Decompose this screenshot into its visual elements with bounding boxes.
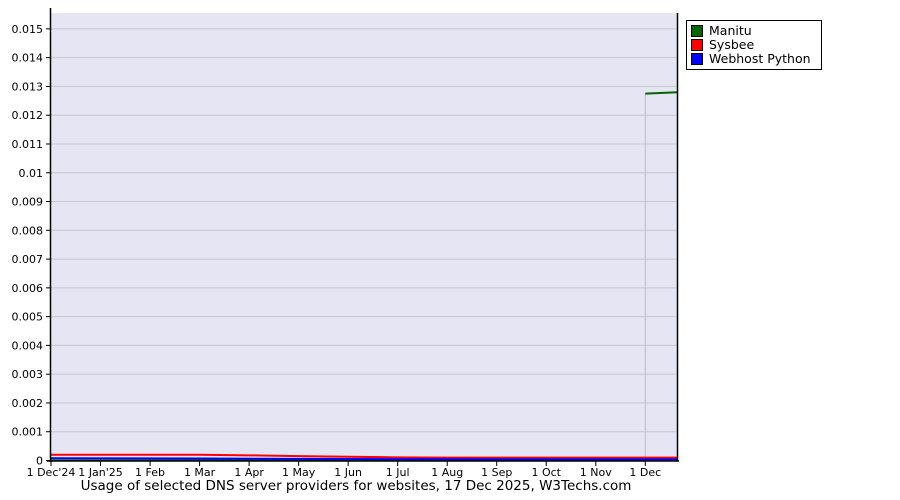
legend-item-webhost-python: Webhost Python <box>691 52 811 66</box>
y-tick-label: 0.01 <box>19 167 44 180</box>
y-tick-label: 0.006 <box>12 282 44 295</box>
y-tick-label: 0.007 <box>12 253 44 266</box>
y-tick-label: 0.002 <box>12 397 44 410</box>
y-tick-label: 0.005 <box>12 311 44 324</box>
manitu-color-swatch-icon <box>691 25 703 37</box>
plot-background <box>51 13 678 461</box>
y-tick-label: 0.014 <box>12 52 44 65</box>
y-tick-label: 0.001 <box>12 426 44 439</box>
y-tick-label: 0.009 <box>12 196 44 209</box>
legend-item-manitu: Manitu <box>691 24 811 38</box>
legend-label: Sysbee <box>709 38 754 52</box>
y-tick-label: 0.011 <box>12 138 44 151</box>
y-tick-label: 0.015 <box>12 23 44 36</box>
chart-caption: Usage of selected DNS server providers f… <box>0 478 712 494</box>
sysbee-color-swatch-icon <box>691 39 703 51</box>
chart-svg: 00.0010.0020.0030.0040.0050.0060.0070.00… <box>0 0 900 500</box>
legend-label: Manitu <box>709 24 752 38</box>
series-line-webhost-python <box>51 458 678 459</box>
webhost-python-color-swatch-icon <box>691 53 703 65</box>
chart-legend: Manitu Sysbee Webhost Python <box>686 20 822 70</box>
y-tick-label: 0.008 <box>12 224 44 237</box>
chart-figure: 00.0010.0020.0030.0040.0050.0060.0070.00… <box>0 0 900 500</box>
y-tick-label: 0.013 <box>12 80 44 93</box>
y-tick-label: 0.003 <box>12 368 44 381</box>
y-tick-label: 0.012 <box>12 109 44 122</box>
legend-label: Webhost Python <box>709 52 811 66</box>
legend-item-sysbee: Sysbee <box>691 38 811 52</box>
y-tick-label: 0.004 <box>12 339 44 352</box>
